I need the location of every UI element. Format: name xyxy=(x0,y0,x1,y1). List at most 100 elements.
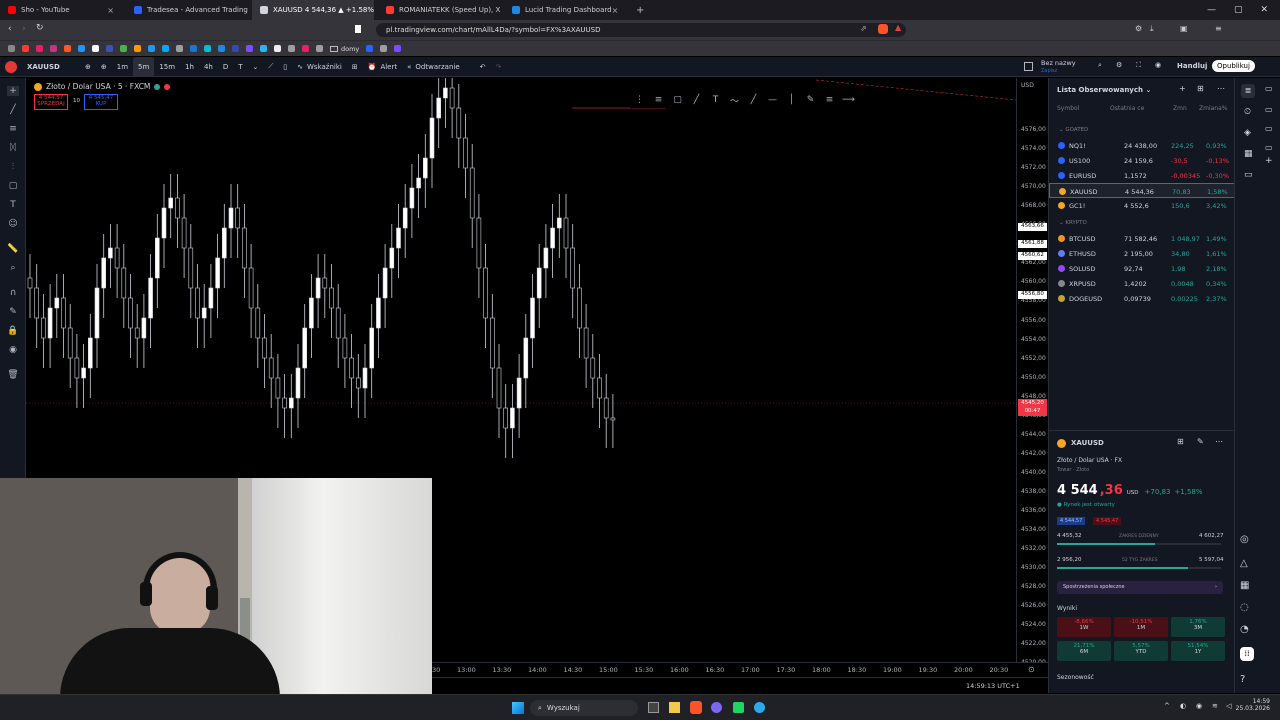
ray-icon[interactable]: ╱ xyxy=(744,95,763,105)
volume-icon[interactable]: ◁ xyxy=(1226,702,1231,710)
sidebar-icon[interactable]: ▭ xyxy=(1265,105,1273,114)
bookmark-icon[interactable] xyxy=(355,25,361,33)
layout-name[interactable]: Bez nazwy xyxy=(1041,59,1076,67)
trade-button[interactable]: Handluj xyxy=(1172,60,1212,72)
vertical-line-icon[interactable]: │ xyxy=(782,95,801,105)
watchlist-view-icon[interactable]: ⊞ xyxy=(1197,84,1204,93)
bookmark-icon[interactable] xyxy=(288,45,295,52)
tray-chevron-icon[interactable]: ^ xyxy=(1164,702,1170,710)
chart-type-line-icon[interactable]: ⟋ xyxy=(263,57,278,77)
sidebar-icon[interactable]: ▭ xyxy=(1265,84,1273,93)
menu-lines-icon[interactable]: ≡ xyxy=(820,95,839,105)
watchlist-row[interactable]: XRPUSD 1,4202 0,0048 0,34% xyxy=(1049,276,1235,291)
forward-icon[interactable]: › xyxy=(22,24,26,34)
bookmark-icon[interactable] xyxy=(316,45,323,52)
close-icon[interactable]: × xyxy=(107,6,114,15)
calendar-icon[interactable]: ▦ xyxy=(1240,580,1249,591)
bookmark-icon[interactable] xyxy=(162,45,169,52)
back-icon[interactable]: ‹ xyxy=(8,24,12,34)
bookmark-icon[interactable] xyxy=(218,45,225,52)
section-krypto[interactable]: ⌄ KRYPTO xyxy=(1059,220,1087,226)
interval-d[interactable]: D xyxy=(218,57,233,77)
close-window-icon[interactable]: ✕ xyxy=(1260,5,1268,15)
undo-icon[interactable]: ↶ xyxy=(475,57,491,77)
compare-icon[interactable]: ⊕ xyxy=(80,57,96,77)
pattern-icon[interactable]: ᛞ xyxy=(7,143,19,153)
trendline-icon[interactable]: ╱ xyxy=(687,95,706,105)
result-cell[interactable]: -8,66% 1W xyxy=(1057,617,1111,637)
bookmark-folder[interactable]: domy xyxy=(330,45,359,53)
fib-icon[interactable]: ≡ xyxy=(7,124,19,134)
buy-button[interactable]: 4 545,47 KUP xyxy=(84,94,118,110)
taskbar-search[interactable]: ⌕ Wyszukaj xyxy=(530,700,638,716)
tray-icon[interactable]: ◐ xyxy=(1180,702,1186,710)
watchlist-title[interactable]: Lista Obserwowanych ⌄ xyxy=(1057,86,1151,94)
watchlist-row[interactable]: EURUSD 1,1572 -0,00345 -0,30% xyxy=(1049,168,1235,183)
horizontal-ray-icon[interactable]: ⟶ xyxy=(839,95,858,105)
bookmark-icon[interactable] xyxy=(204,45,211,52)
clock[interactable]: 14:59 25.03.2026 xyxy=(1236,698,1270,712)
ruler-icon[interactable]: 📏 xyxy=(7,244,19,254)
result-cell[interactable]: -10,51% 1M xyxy=(1114,617,1168,637)
watchlist-row[interactable]: BTCUSD 71 582,46 1 048,97 1,49% xyxy=(1049,231,1235,246)
notification-icon[interactable]: ◔ xyxy=(1240,624,1249,635)
publish-button[interactable]: Opublikuj xyxy=(1212,60,1255,72)
prediction-icon[interactable]: ⫶ xyxy=(7,162,19,172)
text-icon[interactable]: T xyxy=(706,95,725,105)
interval-t[interactable]: T xyxy=(233,57,247,77)
help-icon[interactable]: ? xyxy=(1240,674,1245,685)
alert-button[interactable]: ⏰ Alert xyxy=(363,57,402,77)
bookmark-icon[interactable] xyxy=(64,45,71,52)
reload-icon[interactable]: ↻ xyxy=(36,23,44,33)
wifi-icon[interactable]: ≋ xyxy=(1212,702,1218,710)
watchlist-row[interactable]: NQ1! 24 438,00 224,25 0,93% xyxy=(1049,138,1235,153)
brush-icon[interactable]: ✎ xyxy=(801,95,820,105)
watchlist-icon[interactable]: ≣ xyxy=(1241,84,1255,98)
close-icon[interactable]: × xyxy=(612,6,619,15)
add-icon[interactable]: + xyxy=(1265,156,1273,166)
interval-1h[interactable]: 1h xyxy=(180,57,199,77)
share-icon[interactable]: ⇗ xyxy=(860,24,867,33)
sell-button[interactable]: 4 544,57 SPRZEDAJ xyxy=(34,94,68,110)
zoom-icon[interactable]: ⌕ xyxy=(7,263,19,273)
triangle-icon[interactable]: △ xyxy=(1240,558,1248,569)
add-symbol-icon[interactable]: + xyxy=(1179,84,1186,93)
bookmark-icon[interactable] xyxy=(134,45,141,52)
downloads-icon[interactable]: ⤓ xyxy=(1150,24,1154,34)
browser-tab[interactable]: Lucid Trading Dashboard × xyxy=(504,0,626,20)
browser-tab-active[interactable]: XAUUSD 4 544,36 ▲ +1.58% Bez...× xyxy=(252,0,374,20)
bookmark-icon[interactable] xyxy=(232,45,239,52)
brave-shield-icon[interactable] xyxy=(878,24,888,34)
browser-tab[interactable]: ROMANIATEKK (Speed Up), XISOW× xyxy=(378,0,500,20)
bookmark-icon[interactable] xyxy=(36,45,43,52)
edit-icon[interactable]: ✎ xyxy=(1197,437,1204,446)
goto-date-icon[interactable]: ⊙ xyxy=(1028,665,1035,674)
magnet-icon[interactable]: ∩ xyxy=(7,288,19,298)
sidebar-icon[interactable]: ▭ xyxy=(1265,143,1273,152)
crosshair-icon[interactable]: + xyxy=(7,86,19,96)
wallet-icon[interactable]: ▣ xyxy=(1180,24,1188,33)
url-field[interactable]: pl.tradingview.com/chart/mAllL4Da/?symbo… xyxy=(376,23,906,37)
start-icon[interactable] xyxy=(512,702,524,714)
broadcast-icon[interactable]: ◌ xyxy=(1240,602,1249,613)
interval-5m[interactable]: 5m xyxy=(133,56,155,77)
browser-tab[interactable]: Tradesea - Advanced Trading Dashbo...× xyxy=(126,0,248,20)
bookmark-icon[interactable] xyxy=(366,45,374,52)
trash-icon[interactable]: 🗑 xyxy=(7,370,19,380)
replay-button[interactable]: «Odtwarzanie xyxy=(402,57,465,77)
watchlist-row[interactable]: SOLUSD 92,74 1,98 2,18% xyxy=(1049,261,1235,276)
lock-drawings-icon[interactable]: ✎ xyxy=(7,307,19,317)
layout-icon[interactable] xyxy=(1024,62,1033,71)
redo-icon[interactable]: ↷ xyxy=(491,57,507,77)
discord-icon[interactable] xyxy=(711,702,722,713)
bookmark-icon[interactable] xyxy=(148,45,155,52)
file-explorer-icon[interactable] xyxy=(669,702,680,713)
interval-1m[interactable]: 1m xyxy=(112,57,133,77)
bookmark-icon[interactable] xyxy=(78,45,85,52)
interval-4h[interactable]: 4h xyxy=(199,57,218,77)
indicators-button[interactable]: ∿ Wskaźniki xyxy=(292,57,347,77)
telegram-icon[interactable] xyxy=(754,702,765,713)
column-change-pct[interactable]: Zmiana% xyxy=(1199,105,1227,112)
price-scale[interactable]: USD 4576,00 4574,00 4572,00 4570,00 4568,00 4… xyxy=(1016,78,1048,666)
browser-tab[interactable]: Sho - YouTube × xyxy=(0,0,122,20)
